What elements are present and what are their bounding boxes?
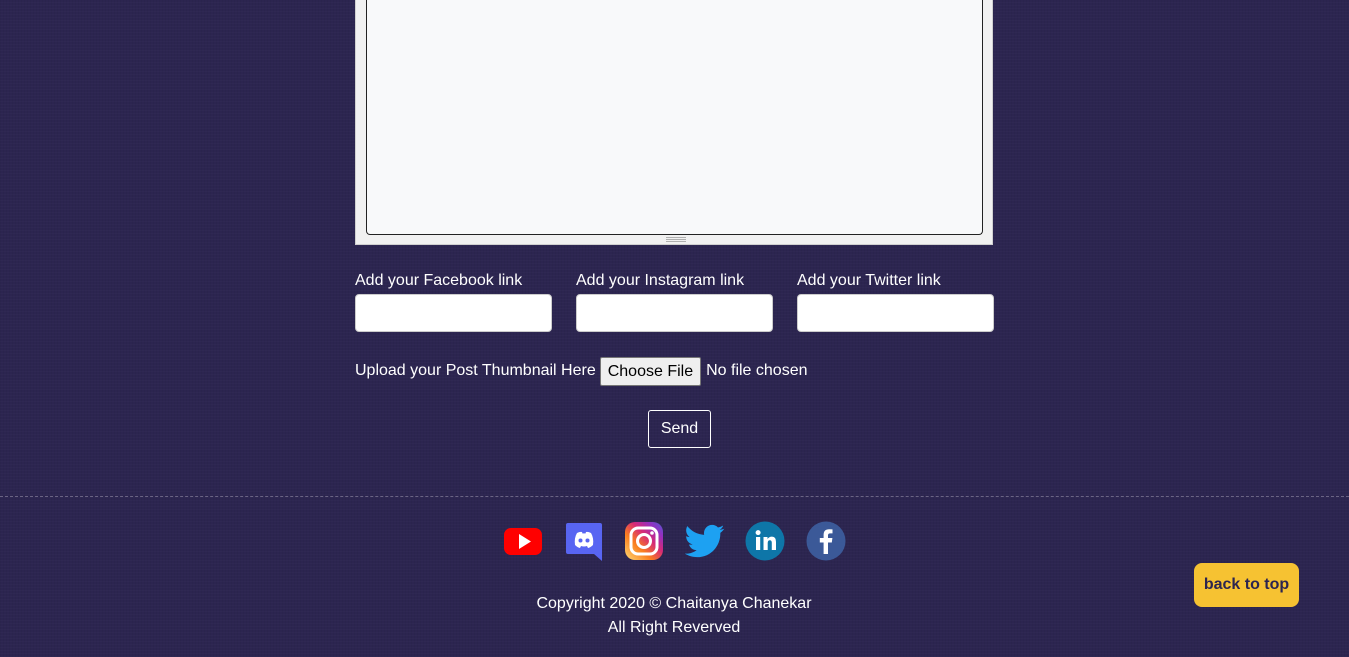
facebook-field-group: Add your Facebook link bbox=[355, 271, 552, 332]
instagram-link-label: Add your Instagram link bbox=[576, 272, 745, 289]
instagram-link-input[interactable] bbox=[576, 294, 773, 332]
file-status-text: No file chosen bbox=[706, 362, 808, 379]
thumbnail-upload-row: Upload your Post Thumbnail Here Choose F… bbox=[355, 356, 807, 386]
post-content-editor bbox=[355, 0, 993, 245]
discord-link[interactable] bbox=[564, 521, 604, 561]
twitter-link[interactable] bbox=[685, 521, 725, 561]
linkedin-link[interactable] bbox=[745, 521, 785, 561]
post-content-textarea[interactable] bbox=[366, 0, 983, 235]
resize-handle[interactable] bbox=[666, 237, 686, 242]
facebook-link[interactable] bbox=[806, 521, 846, 561]
facebook-link-input[interactable] bbox=[355, 294, 552, 332]
instagram-field-group: Add your Instagram link bbox=[576, 271, 773, 332]
twitter-link-input[interactable] bbox=[797, 294, 994, 332]
twitter-link-label: Add your Twitter link bbox=[797, 272, 941, 289]
copyright-text: Copyright 2020 © Chaitanya Chanekar bbox=[536, 595, 812, 612]
youtube-link[interactable] bbox=[503, 521, 543, 561]
twitter-field-group: Add your Twitter link bbox=[797, 271, 994, 332]
linkedin-icon bbox=[745, 521, 785, 561]
footer-divider bbox=[0, 496, 1349, 497]
choose-file-button[interactable]: Choose File bbox=[599, 356, 702, 386]
back-to-top-button[interactable]: back to top bbox=[1194, 563, 1299, 607]
instagram-link[interactable] bbox=[624, 521, 664, 561]
twitter-icon bbox=[685, 524, 725, 558]
youtube-icon bbox=[504, 528, 542, 555]
send-button[interactable]: Send bbox=[648, 410, 711, 448]
facebook-link-label: Add your Facebook link bbox=[355, 272, 523, 289]
instagram-icon bbox=[625, 522, 663, 560]
discord-icon bbox=[566, 523, 602, 561]
facebook-icon bbox=[806, 521, 846, 561]
rights-text: All Right Reverved bbox=[607, 619, 741, 636]
thumbnail-upload-label: Upload your Post Thumbnail Here bbox=[355, 362, 596, 379]
